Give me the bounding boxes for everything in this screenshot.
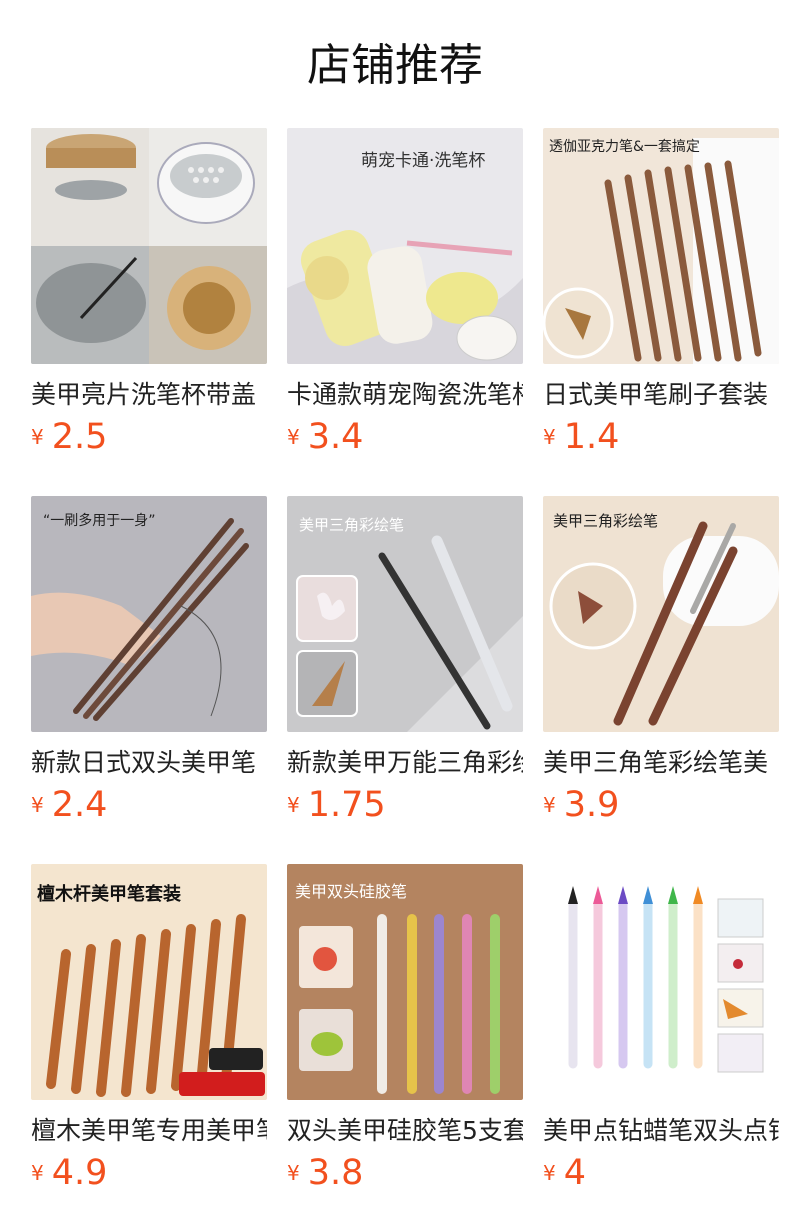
section-title: 店铺推荐: [307, 40, 483, 91]
image-caption: 美甲双头硅胶笔: [295, 882, 408, 901]
product-image[interactable]: 檀木杆美甲笔套装: [31, 864, 267, 1100]
product-name[interactable]: 日式美甲笔刷子套装: [543, 378, 779, 412]
product-card[interactable]: 美甲双头硅胶笔 双头美甲硅胶笔5支套 ¥3.8: [287, 864, 523, 1193]
product-image[interactable]: [543, 864, 779, 1100]
product-image[interactable]: 美甲双头硅胶笔: [287, 864, 523, 1100]
product-price: 3.8: [307, 1153, 364, 1193]
price-row: ¥4: [543, 1152, 779, 1194]
product-name[interactable]: 美甲点钻蜡笔双头点钻笔: [543, 1114, 779, 1148]
product-card[interactable]: 美甲三角彩绘笔 美甲三角笔彩绘笔美 ¥3.9: [543, 496, 779, 825]
image-caption: 透伽亚克力笔&一套搞定: [549, 139, 700, 155]
product-price: 4: [563, 1153, 587, 1193]
price-row: ¥4.9: [31, 1152, 267, 1194]
product-name[interactable]: 新款日式双头美甲笔: [31, 746, 267, 780]
product-card[interactable]: 美甲亮片洗笔杯带盖 ¥2.5: [31, 128, 267, 457]
product-image[interactable]: 萌宠卡通·洗笔杯: [287, 128, 523, 364]
product-image[interactable]: 美甲三角彩绘笔: [543, 496, 779, 732]
product-name[interactable]: 美甲三角笔彩绘笔美: [543, 746, 779, 780]
product-card[interactable]: 美甲点钻蜡笔双头点钻笔 ¥4: [543, 864, 779, 1193]
price-row: ¥3.4: [287, 416, 523, 458]
product-card[interactable]: 美甲三角彩绘笔 新款美甲万能三角彩绘笔 ¥1.75: [287, 496, 523, 825]
currency-symbol: ¥: [31, 793, 44, 817]
currency-symbol: ¥: [287, 1161, 300, 1185]
price-row: ¥2.4: [31, 784, 267, 826]
price-row: ¥3.8: [287, 1152, 523, 1194]
product-name[interactable]: 美甲亮片洗笔杯带盖: [31, 378, 267, 412]
product-name[interactable]: 檀木美甲笔专用美甲笔: [31, 1114, 267, 1148]
product-card[interactable]: 檀木杆美甲笔套装 檀木美甲笔专用美甲笔 ¥4.9: [31, 864, 267, 1193]
image-caption: 檀木杆美甲笔套装: [37, 884, 181, 905]
product-price: 2.5: [51, 417, 108, 457]
product-name[interactable]: 卡通款萌宠陶瓷洗笔杯: [287, 378, 523, 412]
image-caption: 美甲三角彩绘笔: [553, 512, 659, 530]
product-image[interactable]: [31, 128, 267, 364]
product-image[interactable]: 透伽亚克力笔&一套搞定: [543, 128, 779, 364]
product-name[interactable]: 新款美甲万能三角彩绘笔: [287, 746, 523, 780]
product-name[interactable]: 双头美甲硅胶笔5支套: [287, 1114, 523, 1148]
currency-symbol: ¥: [543, 1161, 556, 1185]
product-card[interactable]: 萌宠卡通·洗笔杯 卡通款萌宠陶瓷洗笔杯 ¥3.4: [287, 128, 523, 457]
product-price: 2.4: [51, 785, 108, 825]
currency-symbol: ¥: [287, 425, 300, 449]
image-caption: 美甲三角彩绘笔: [299, 516, 405, 534]
currency-symbol: ¥: [543, 425, 556, 449]
product-price: 4.9: [51, 1153, 108, 1193]
image-caption: 萌宠卡通·洗笔杯: [361, 151, 486, 171]
product-image[interactable]: 美甲三角彩绘笔: [287, 496, 523, 732]
image-caption: “一刷多用于一身”: [43, 513, 156, 529]
product-card[interactable]: “一刷多用于一身” 新款日式双头美甲笔 ¥2.4: [31, 496, 267, 825]
currency-symbol: ¥: [31, 425, 44, 449]
product-price: 3.4: [307, 417, 364, 457]
product-price: 3.9: [563, 785, 620, 825]
price-row: ¥3.9: [543, 784, 779, 826]
currency-symbol: ¥: [287, 793, 300, 817]
product-price: 1.75: [307, 785, 386, 825]
product-price: 1.4: [563, 417, 620, 457]
price-row: ¥1.75: [287, 784, 523, 826]
currency-symbol: ¥: [31, 1161, 44, 1185]
product-grid: 美甲亮片洗笔杯带盖 ¥2.5 萌宠卡通·洗笔杯 卡通款萌宠陶瓷洗笔杯 ¥3.4: [31, 128, 779, 1193]
currency-symbol: ¥: [543, 793, 556, 817]
price-row: ¥2.5: [31, 416, 267, 458]
product-card[interactable]: 透伽亚克力笔&一套搞定 日式美甲笔刷子套装 ¥1.4: [543, 128, 779, 457]
price-row: ¥1.4: [543, 416, 779, 458]
product-image[interactable]: “一刷多用于一身”: [31, 496, 267, 732]
